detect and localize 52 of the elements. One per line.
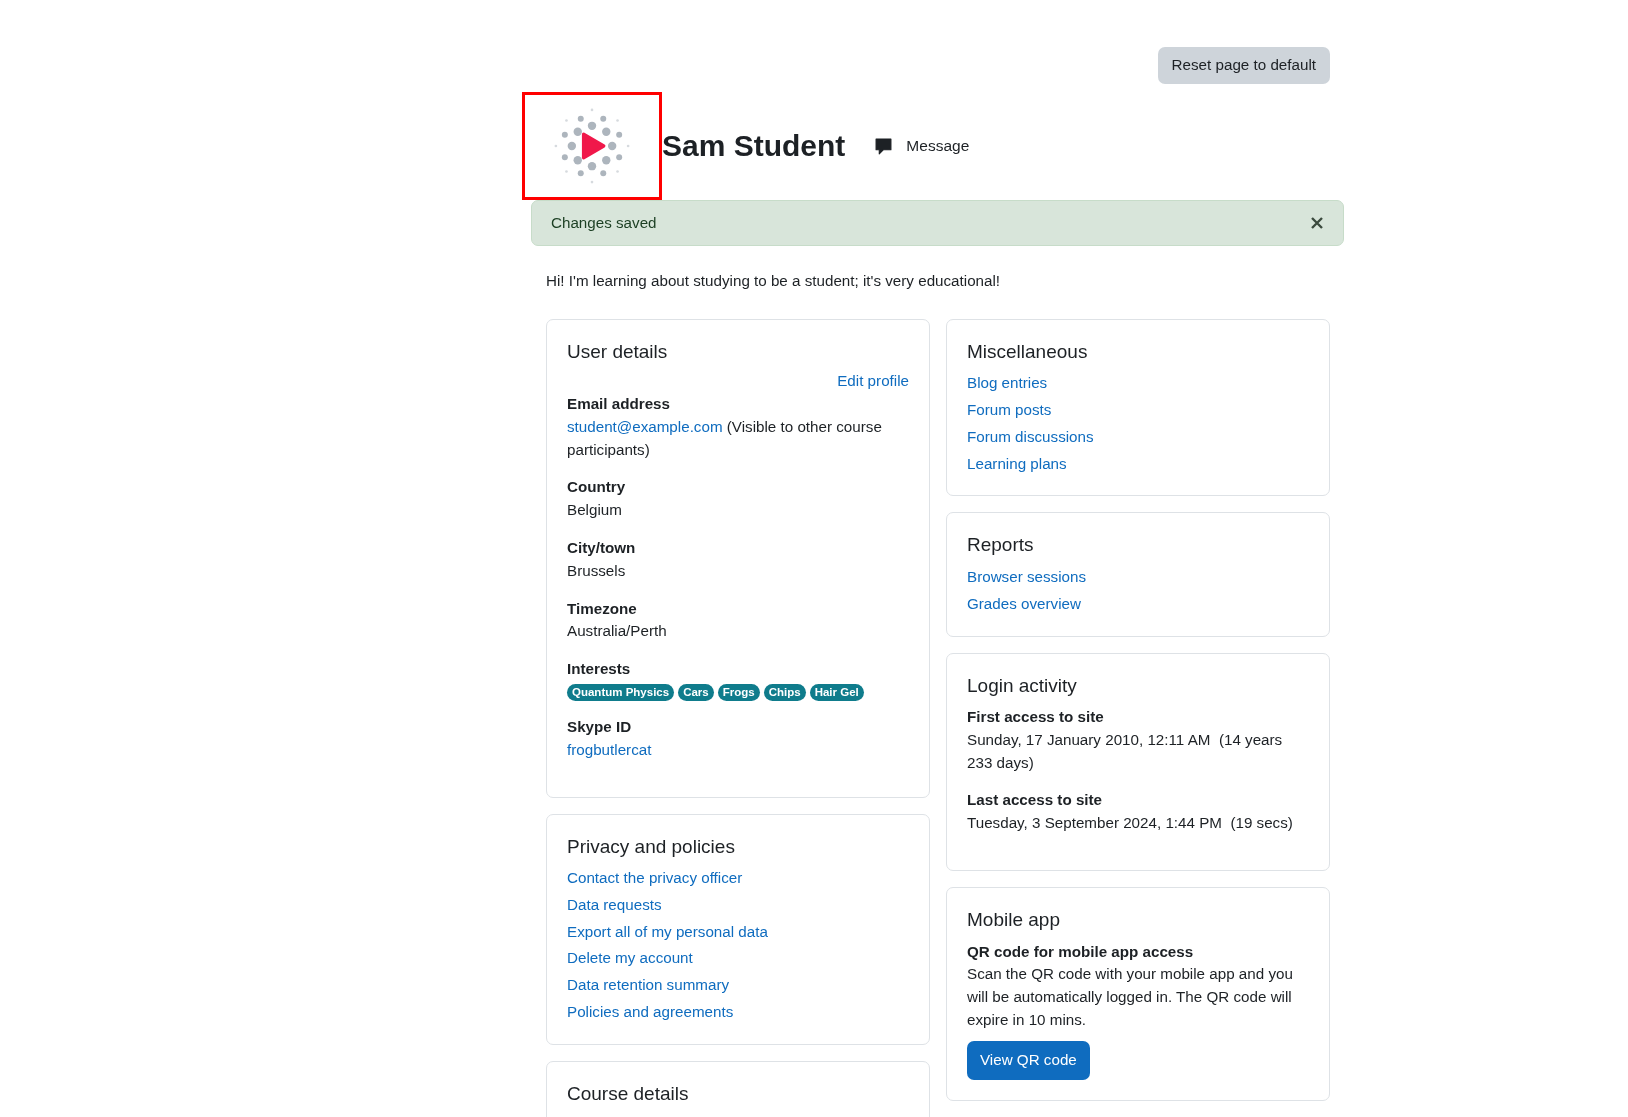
card-title: Privacy and policies [567, 834, 736, 859]
card-title: Course details [567, 1081, 690, 1106]
interest-tag[interactable]: Hair Gel [809, 684, 864, 701]
edit-profile-link[interactable]: Edit profile [567, 370, 909, 394]
card-title: Mobile app [967, 908, 1061, 933]
user-name: Sam Student [662, 128, 846, 164]
alert-text: Changes saved [551, 212, 657, 233]
link[interactable]: Learning plans [967, 452, 1309, 476]
card-title: Reports [967, 533, 1035, 558]
field-label: Timezone [567, 598, 638, 619]
skype-link[interactable]: frogbutlercat [567, 738, 909, 762]
field-label: QR code for mobile app access [967, 941, 1195, 962]
link[interactable]: Blog entries [967, 372, 1309, 396]
interest-tag[interactable]: Quantum Physics [567, 684, 675, 701]
close-icon [1311, 217, 1323, 229]
link[interactable]: Forum posts [967, 399, 1309, 422]
field-value: Australia/Perth [567, 621, 668, 642]
field-label: City/town [567, 538, 637, 559]
field-label: Country [567, 477, 627, 498]
field-label: Last access to site [967, 790, 1104, 811]
field-label: Email address [567, 394, 671, 415]
interest-tag[interactable]: Chips [763, 684, 806, 701]
card-title: Login activity [967, 673, 1078, 698]
interest-tag[interactable]: Cars [678, 684, 714, 701]
link[interactable]: Data retention summary [567, 974, 909, 998]
card-title: Miscellaneous [967, 339, 1089, 364]
link[interactable]: Policies and agreements [567, 1001, 909, 1024]
link[interactable]: Data requests [567, 893, 909, 917]
link[interactable]: Forum discussions [967, 425, 1309, 449]
field-label: First access to site [967, 707, 1105, 728]
link[interactable]: Browser sessions [967, 566, 1309, 589]
link[interactable]: Contact the privacy officer [567, 867, 909, 890]
field-label: Skype ID [567, 717, 633, 737]
field-value: student@example.com (Visible to other course participants) [567, 416, 883, 460]
link[interactable]: Export all of my personal data [567, 920, 909, 944]
field-value: Sunday, 17 January 2010, 12:11 AM (14 years 233 days) [967, 729, 1284, 773]
message-link[interactable]: Message [875, 134, 970, 158]
email-link[interactable]: student@example.com [567, 417, 723, 435]
link[interactable]: Delete my account [567, 947, 909, 971]
field-value: Belgium [567, 500, 623, 521]
field-value: Brussels [567, 560, 627, 581]
field-value: Tuesday, 3 September 2024, 1:44 PM (19 secs) [967, 813, 1294, 834]
link[interactable]: Grades overview [967, 592, 1309, 616]
close-button[interactable] [1309, 215, 1325, 231]
reset-button[interactable]: Reset page to default [1157, 47, 1330, 84]
speech-bubble-icon [875, 137, 893, 155]
field-text: Scan the QR code with your mobile app and you will be automatically logged in. The QR code will expire in 10 mins. [967, 964, 1294, 1030]
card-title: User details [567, 339, 669, 364]
field-label: Interests [567, 659, 632, 680]
interest-tag[interactable]: Frogs [717, 684, 760, 701]
view-qr-button[interactable]: View QR code [967, 1040, 1090, 1080]
profile-description: Hi! I'm learning about studying to be a student; it's very educational! [546, 271, 1002, 291]
